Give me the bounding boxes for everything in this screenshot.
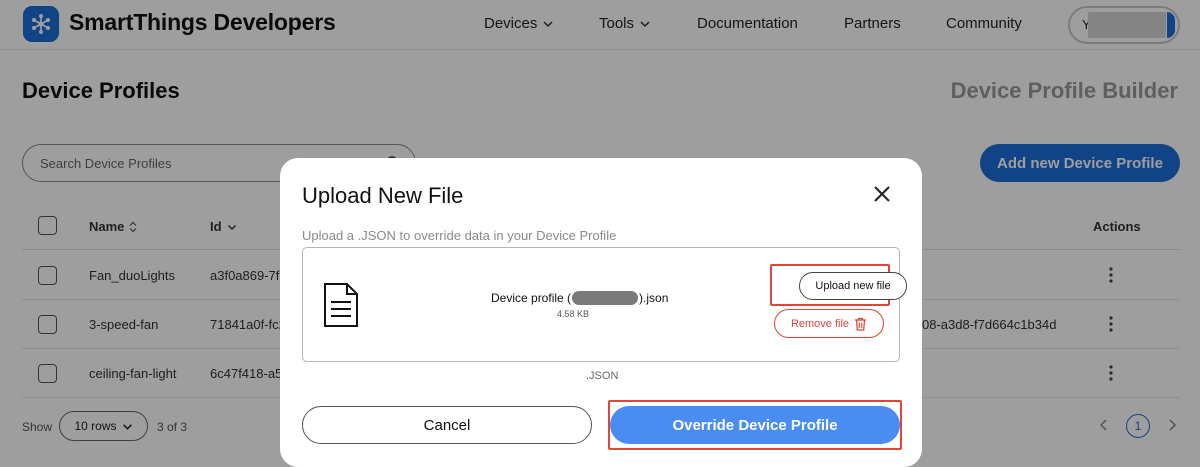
redacted-file-name: [572, 291, 639, 305]
remove-file-button[interactable]: Remove file: [774, 309, 884, 338]
trash-icon: [855, 317, 867, 331]
file-size: 4.58 KB: [557, 309, 590, 319]
file-name-prefix: Device profile (: [491, 291, 572, 305]
remove-file-label: Remove file: [790, 317, 850, 330]
close-icon[interactable]: [872, 184, 892, 204]
override-device-profile-button[interactable]: Override Device Profile: [610, 406, 900, 444]
dialog-title: Upload New File: [302, 183, 464, 208]
upload-file-dialog: Upload New File Upload a .JSON to overri…: [280, 158, 922, 467]
file-name: Device profile ( ).json: [491, 291, 668, 305]
file-name-suffix: ).json: [639, 291, 669, 305]
file-drop-zone[interactable]: Device profile ( ).json 4.58 KB Upload n…: [302, 247, 907, 362]
cancel-button[interactable]: Cancel: [302, 406, 592, 444]
file-type-hint: .JSON: [586, 370, 619, 382]
file-icon: [324, 283, 358, 327]
upload-new-file-button[interactable]: Upload new file: [799, 272, 907, 300]
dialog-subtitle: Upload a .JSON to override data in your …: [302, 228, 617, 243]
